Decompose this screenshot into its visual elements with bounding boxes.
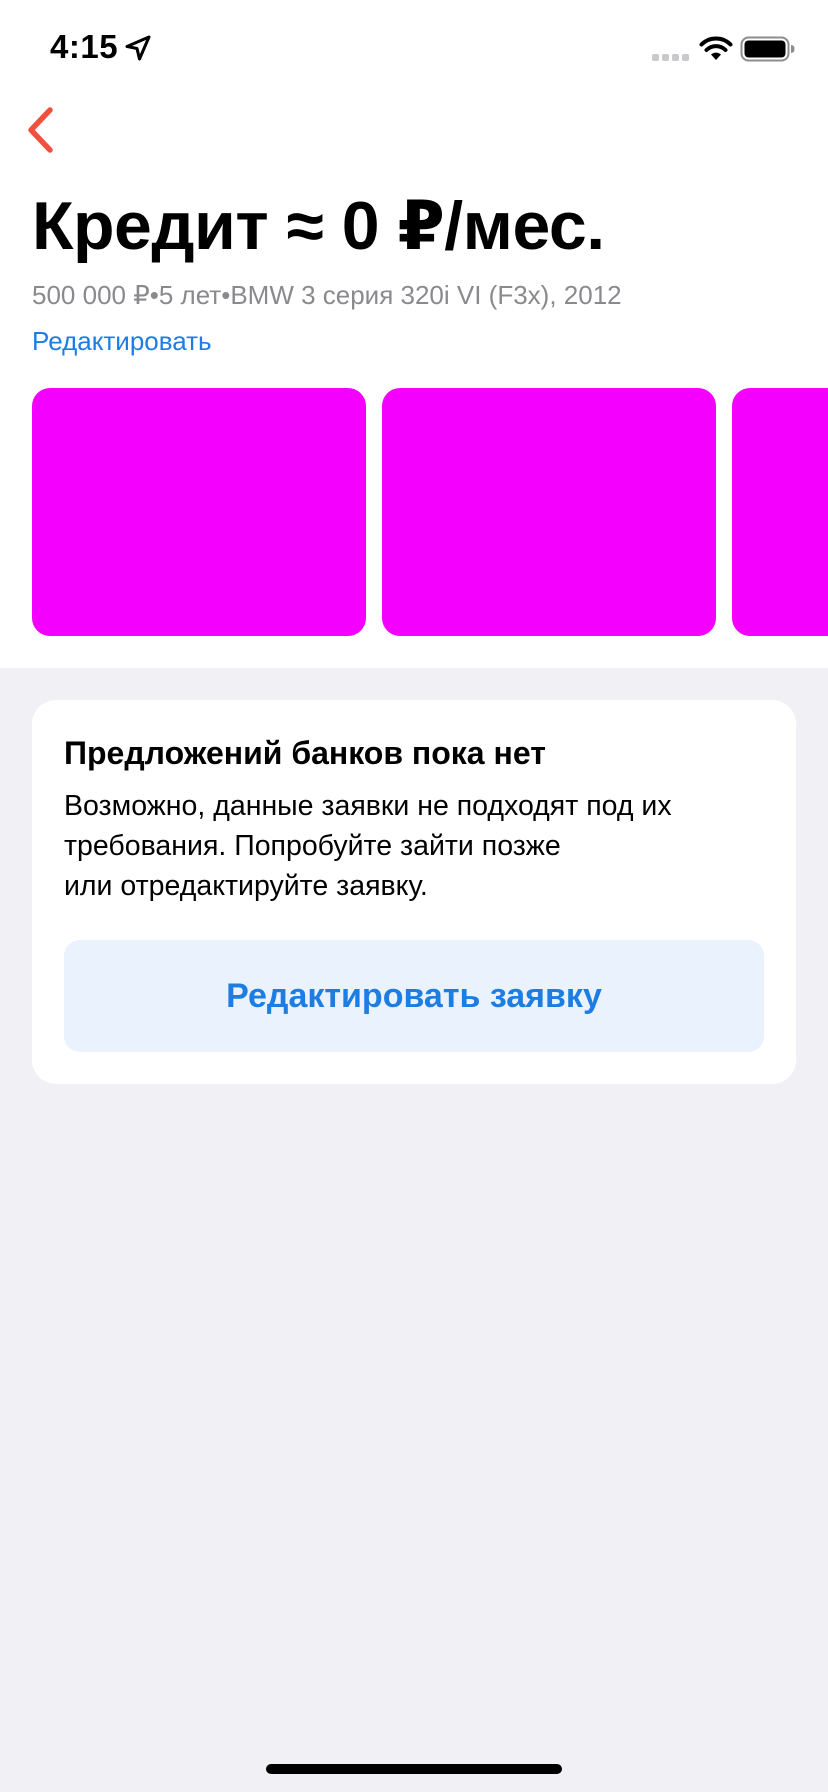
- header-area: 4:15 Кредит ≈ 0 ₽/мес. 500 000 ₽•5 лет•B…: [0, 0, 828, 668]
- wifi-icon: [699, 36, 733, 60]
- chevron-left-icon: [28, 107, 53, 153]
- no-offers-card: Предложений банков пока нет Возможно, да…: [32, 700, 796, 1084]
- offers-carousel[interactable]: [0, 388, 828, 636]
- status-time: 4:15: [50, 28, 119, 65]
- description-line: Возможно, данные заявки не подходят под …: [64, 790, 672, 822]
- carousel-card[interactable]: [382, 388, 716, 636]
- home-indicator[interactable]: [266, 1764, 562, 1774]
- edit-link[interactable]: Редактировать: [32, 324, 212, 358]
- carousel-card[interactable]: [732, 388, 828, 636]
- edit-request-label: Редактировать заявку: [226, 976, 602, 1015]
- description-line: требования. Попробуйте зайти позже: [64, 830, 561, 862]
- signal-icon: [652, 54, 689, 61]
- edit-request-button[interactable]: Редактировать заявку: [64, 940, 764, 1052]
- description-line: или отредактируйте заявку.: [64, 870, 428, 902]
- back-button[interactable]: [10, 100, 70, 160]
- battery-icon: [740, 36, 795, 62]
- location-arrow-icon: [125, 35, 151, 61]
- carousel-card[interactable]: [32, 388, 366, 636]
- loan-summary: 500 000 ₽•5 лет•BMW 3 серия 320i VI (F3x…: [32, 280, 622, 310]
- page-title: Кредит ≈ 0 ₽/мес.: [32, 188, 605, 264]
- no-offers-description: Возможно, данные заявки не подходят под …: [64, 786, 764, 906]
- no-offers-title: Предложений банков пока нет: [64, 735, 546, 771]
